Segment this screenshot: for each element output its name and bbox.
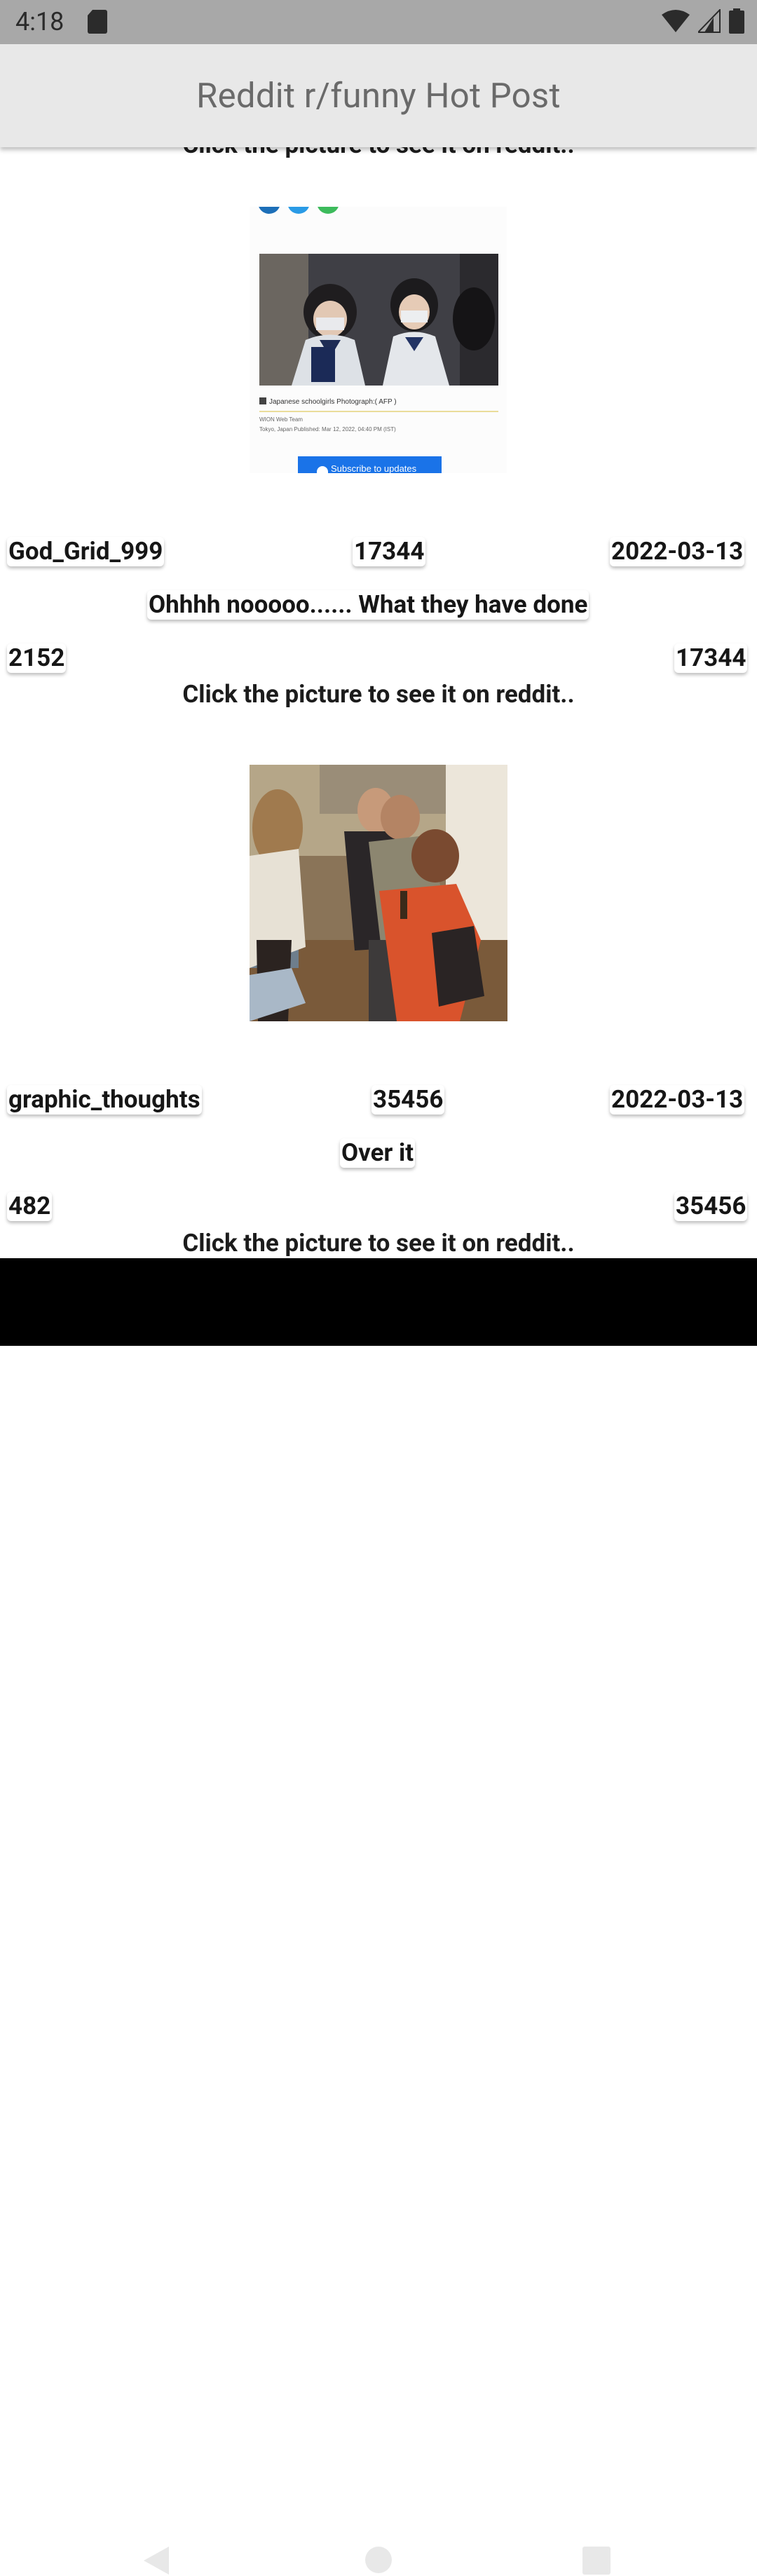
- post-feed[interactable]: Click the picture to see it on reddit.. …: [0, 0, 757, 1258]
- click-hint: Click the picture to see it on reddit..: [182, 680, 575, 709]
- post-date: 2022-03-13: [610, 537, 745, 566]
- post-title: Ohhhh nooooo...... What they have done: [147, 590, 589, 620]
- post-author: God_Grid_999: [7, 537, 165, 566]
- image-caption: Japanese schoolgirls Photograph:( AFP ): [269, 398, 397, 406]
- post-date: 2022-03-13: [610, 1085, 745, 1115]
- back-icon[interactable]: [142, 2545, 170, 2576]
- post-comments: 482: [7, 1192, 53, 1221]
- navigation-bar: [0, 1258, 757, 2575]
- click-hint: Click the picture to see it on reddit..: [182, 1229, 575, 1258]
- cell-signal-icon: [698, 9, 721, 33]
- news-screenshot-image: Japanese schoolgirls Photograph:( AFP ) …: [259, 207, 498, 473]
- post-thumbnail[interactable]: Japanese schoolgirls Photograph:( AFP ) …: [250, 207, 507, 473]
- app-title: Reddit r/funny Hot Post: [196, 76, 561, 116]
- post-ups: 17344: [674, 643, 748, 673]
- post-author: graphic_thoughts: [7, 1085, 202, 1115]
- post-score: 35456: [371, 1085, 445, 1115]
- post-title: Over it: [340, 1138, 416, 1168]
- image-byline: WION Web Team: [259, 416, 303, 423]
- image-subscribe-text: Subscribe to updates: [331, 463, 417, 473]
- post-comments: 2152: [7, 643, 67, 673]
- recents-icon[interactable]: [582, 2547, 611, 2575]
- post-thumbnail[interactable]: [250, 765, 507, 1021]
- status-bar: 4:18: [0, 0, 757, 44]
- app-bar: Reddit r/funny Hot Post: [0, 44, 757, 147]
- sd-card-icon: [88, 10, 107, 34]
- battery-icon: [729, 8, 744, 34]
- wifi-icon: [662, 10, 690, 32]
- status-icons: [662, 8, 744, 34]
- image-meta: Tokyo, Japan Published: Mar 12, 2022, 04…: [259, 426, 396, 432]
- home-icon[interactable]: [364, 2546, 393, 2574]
- status-time: 4:18: [15, 7, 64, 36]
- post-score: 17344: [353, 537, 426, 566]
- post-ups: 35456: [674, 1192, 748, 1221]
- party-photo-image: [250, 765, 507, 1021]
